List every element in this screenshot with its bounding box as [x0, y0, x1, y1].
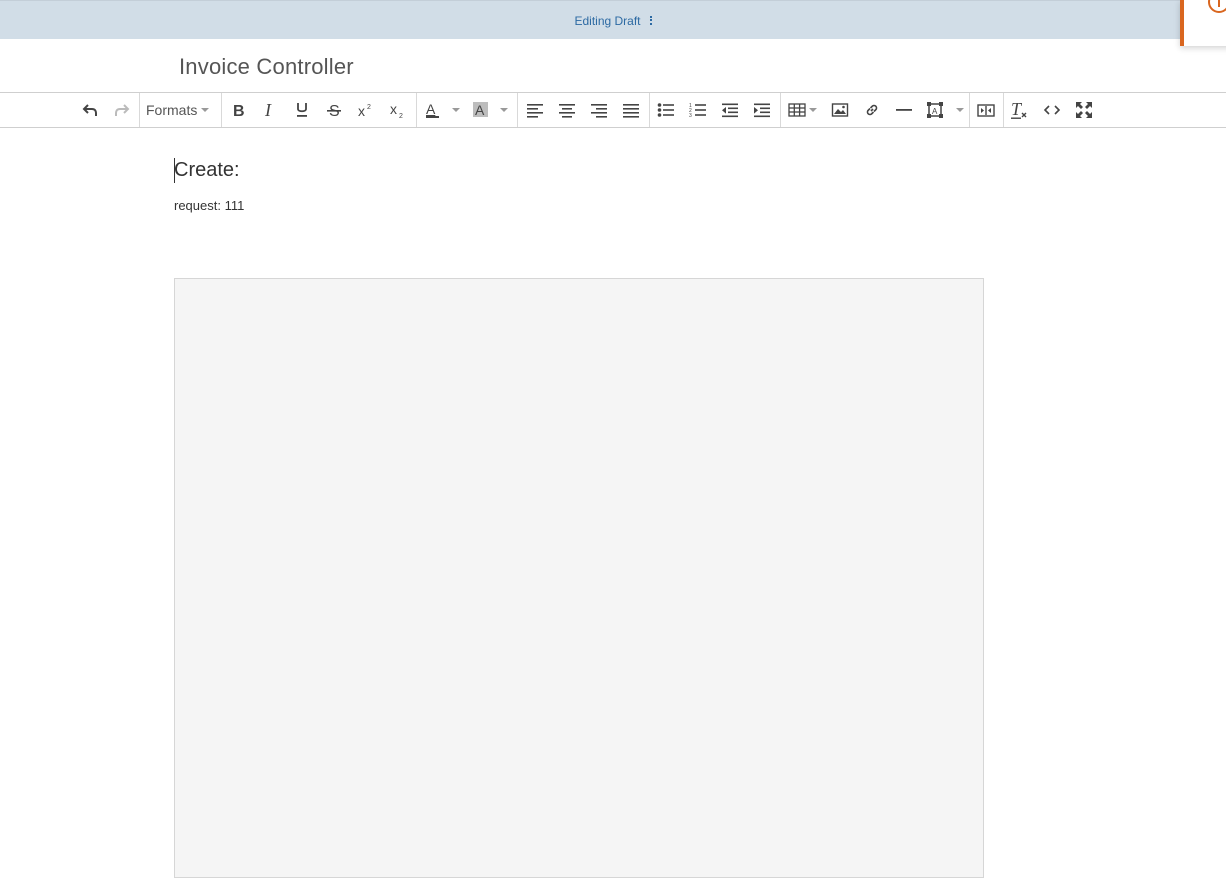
- svg-text:A: A: [932, 107, 938, 116]
- content-heading[interactable]: Create:: [174, 159, 240, 182]
- clear-formatting-icon[interactable]: T: [1010, 98, 1030, 122]
- bullet-list-icon[interactable]: [656, 98, 676, 122]
- chevron-down-icon: [500, 108, 508, 112]
- svg-text:x: x: [358, 103, 365, 118]
- svg-text:B: B: [233, 103, 245, 118]
- chevron-down-icon: [201, 108, 210, 112]
- align-center-icon[interactable]: [557, 98, 577, 122]
- toolbar-separator: [416, 93, 417, 127]
- toolbar-separator: [969, 93, 970, 127]
- link-icon[interactable]: [862, 98, 882, 122]
- svg-text:2: 2: [399, 113, 403, 119]
- background-color-button[interactable]: A: [472, 98, 512, 122]
- outdent-icon[interactable]: [720, 98, 740, 122]
- media-icon: A: [927, 102, 943, 118]
- svg-text:x: x: [390, 101, 397, 117]
- media-button[interactable]: A: [926, 98, 966, 122]
- toolbar-separator: [780, 93, 781, 127]
- chevron-down-icon: [956, 108, 964, 112]
- svg-text:2: 2: [367, 104, 371, 111]
- text-color-button[interactable]: A: [424, 98, 464, 122]
- underline-icon[interactable]: [292, 98, 312, 122]
- formats-dropdown[interactable]: Formats: [146, 98, 216, 122]
- text-color-icon: A: [426, 101, 439, 118]
- chevron-down-icon: [809, 108, 817, 112]
- align-right-icon[interactable]: [589, 98, 609, 122]
- toolbar-separator: [1003, 93, 1004, 127]
- kebab-menu-icon[interactable]: [649, 15, 652, 25]
- undo-icon[interactable]: [80, 98, 100, 122]
- svg-text:A: A: [426, 101, 436, 117]
- align-justify-icon[interactable]: [621, 98, 641, 122]
- background-color-icon: A: [473, 102, 488, 118]
- editing-status-bar: Editing Draft: [0, 0, 1226, 39]
- page-title: Invoice Controller: [179, 54, 354, 79]
- toolbar-separator: [139, 93, 140, 127]
- horizontal-rule-icon[interactable]: [894, 98, 914, 122]
- subscript-icon[interactable]: x2: [388, 98, 408, 122]
- editor-toolbar: Formats B I S x2 x2 A A 1 2 3 A T: [0, 92, 1226, 128]
- source-code-icon[interactable]: [1042, 98, 1062, 122]
- svg-text:A: A: [475, 102, 485, 118]
- numbered-list-icon[interactable]: 123: [688, 98, 708, 122]
- image-icon[interactable]: [830, 98, 850, 122]
- italic-icon[interactable]: I: [260, 98, 280, 122]
- toolbar-separator: [649, 93, 650, 127]
- chevron-down-icon: [452, 108, 460, 112]
- content-paragraph[interactable]: request: 111: [174, 198, 244, 213]
- formats-label: Formats: [146, 102, 198, 118]
- bold-icon[interactable]: B: [228, 98, 248, 122]
- info-icon: [1208, 0, 1226, 13]
- indent-icon[interactable]: [752, 98, 772, 122]
- toolbar-separator: [517, 93, 518, 127]
- svg-text:I: I: [264, 102, 272, 118]
- svg-text:T: T: [1011, 100, 1023, 119]
- fullscreen-icon[interactable]: [1074, 98, 1094, 122]
- strikethrough-icon[interactable]: S: [324, 98, 344, 122]
- redo-icon[interactable]: [112, 98, 132, 122]
- table-button[interactable]: [788, 98, 820, 122]
- notification-toast[interactable]: [1180, 0, 1226, 46]
- preview-icon[interactable]: [976, 98, 996, 122]
- table-icon: [788, 103, 806, 117]
- editing-status-text: Editing Draft: [574, 13, 641, 28]
- svg-text:3: 3: [689, 113, 692, 118]
- superscript-icon[interactable]: x2: [356, 98, 376, 122]
- embedded-content-frame[interactable]: [174, 278, 984, 878]
- align-left-icon[interactable]: [525, 98, 545, 122]
- toolbar-separator: [221, 93, 222, 127]
